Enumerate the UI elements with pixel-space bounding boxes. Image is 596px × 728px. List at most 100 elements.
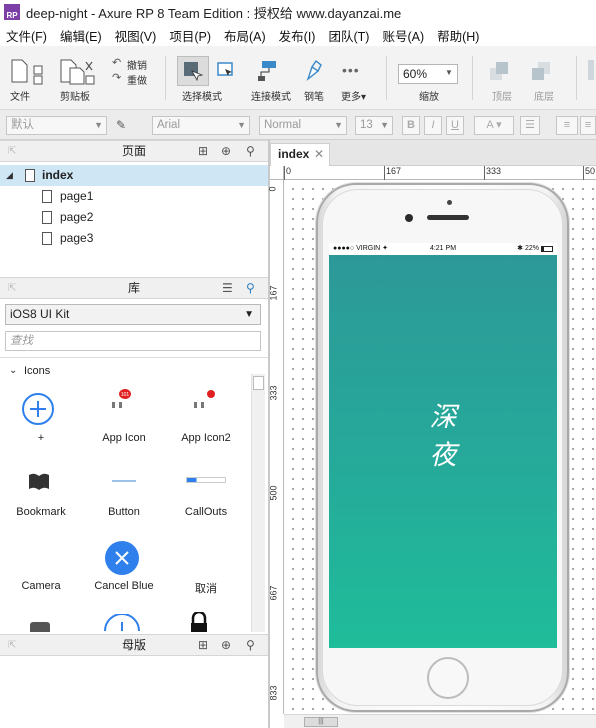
menu-account[interactable]: 账号(A) bbox=[382, 26, 424, 45]
font-color-button[interactable]: A ▾ bbox=[474, 116, 514, 135]
toolbar-separator bbox=[165, 56, 166, 100]
tab-index[interactable]: index ✕ bbox=[270, 143, 330, 166]
library-scrollbar[interactable] bbox=[251, 374, 265, 632]
menu-icon[interactable]: ☰ bbox=[222, 281, 233, 295]
redo-icon[interactable]: ↷ bbox=[112, 71, 121, 84]
connect-mode-icon[interactable] bbox=[256, 59, 282, 83]
tree-item-index[interactable]: ◢ index bbox=[0, 165, 268, 186]
search-icon[interactable]: ⚲ bbox=[246, 281, 255, 295]
undo-button[interactable]: 撤销 bbox=[127, 57, 147, 72]
canvas-tab-bar: index ✕ bbox=[270, 140, 596, 166]
widget-label[interactable]: Button bbox=[82, 506, 166, 518]
phone-screen[interactable]: ●●●●○ VIRGIN ✦ 4:21 PM ✱ 22% 深 夜 bbox=[329, 243, 557, 648]
canvas-horizontal-scrollbar[interactable]: ||| bbox=[284, 714, 596, 728]
scrollbar-thumb[interactable]: ||| bbox=[304, 717, 338, 727]
send-to-back-icon[interactable] bbox=[530, 60, 552, 82]
search-icon[interactable]: ⚲ bbox=[246, 144, 255, 158]
widget-label[interactable]: Bookmark bbox=[0, 506, 83, 518]
button-preview-icon[interactable] bbox=[112, 480, 136, 482]
page-label: page1 bbox=[60, 189, 94, 203]
menu-team[interactable]: 团队(T) bbox=[328, 26, 369, 45]
menu-help[interactable]: 帮助(H) bbox=[437, 26, 479, 45]
add-circle-icon[interactable] bbox=[21, 392, 55, 426]
file-new-icon[interactable] bbox=[10, 58, 44, 86]
undo-icon[interactable]: ↶ bbox=[112, 56, 121, 69]
masters-panel-header: ⇱ 母版 ⊞ ⊕ ⚲ bbox=[0, 634, 268, 656]
clipboard-label[interactable]: 剪贴板 bbox=[60, 88, 90, 103]
add-folder-icon[interactable]: ⊕ bbox=[221, 144, 231, 158]
select-mode-label[interactable]: 选择模式 bbox=[182, 88, 222, 103]
bullet-list-button[interactable]: ☰ bbox=[520, 116, 540, 135]
more-button[interactable]: 更多▾ bbox=[341, 88, 366, 103]
redo-button[interactable]: 重做 bbox=[127, 72, 147, 87]
tree-item-page1[interactable]: page1 bbox=[0, 186, 268, 207]
callouts-preview-icon[interactable] bbox=[186, 477, 226, 483]
format-painter-icon[interactable]: ✎ bbox=[116, 118, 126, 132]
widget-label[interactable]: CallOuts bbox=[164, 506, 248, 518]
widget-label[interactable]: Cancel Blue bbox=[82, 580, 166, 592]
bring-to-front-label[interactable]: 顶层 bbox=[492, 88, 512, 103]
widget-label[interactable]: + bbox=[0, 432, 83, 444]
align-center-icon: ≡ bbox=[584, 119, 592, 131]
bring-to-front-icon[interactable] bbox=[488, 60, 510, 82]
add-folder-icon[interactable]: ⊕ bbox=[221, 638, 231, 652]
battery-label: ✱ 22% bbox=[517, 245, 539, 252]
scrollbar-thumb[interactable] bbox=[253, 376, 264, 390]
library-search-input[interactable]: 查找 bbox=[5, 331, 261, 351]
tree-item-page2[interactable]: page2 bbox=[0, 207, 268, 228]
menu-arrange[interactable]: 布局(A) bbox=[224, 26, 266, 45]
menu-project[interactable]: 项目(P) bbox=[169, 26, 211, 45]
menu-file[interactable]: 文件(F) bbox=[6, 26, 47, 45]
bold-button[interactable]: B bbox=[402, 116, 420, 135]
overflow-icon[interactable] bbox=[588, 60, 594, 80]
menu-publish[interactable]: 发布(I) bbox=[279, 26, 316, 45]
info-icon[interactable] bbox=[104, 614, 140, 632]
style-select[interactable]: 默认 ▼ bbox=[6, 116, 107, 135]
close-icon[interactable]: ✕ bbox=[314, 144, 324, 165]
file-button-label[interactable]: 文件 bbox=[10, 88, 30, 103]
connect-mode-label[interactable]: 连接模式 bbox=[251, 88, 291, 103]
app-icon-icon[interactable]: 101 bbox=[108, 388, 138, 414]
font-weight-value: Normal bbox=[264, 119, 302, 131]
add-page-icon[interactable]: ⊞ bbox=[198, 144, 208, 158]
font-size-select[interactable]: 13 ▼ bbox=[355, 116, 393, 135]
screen-title-line1: 深 bbox=[429, 402, 457, 433]
camera-icon[interactable] bbox=[30, 622, 50, 632]
widget-label[interactable]: Camera bbox=[0, 580, 83, 592]
collapse-arrow-icon[interactable]: ◢ bbox=[6, 165, 13, 186]
select-mode-button[interactable] bbox=[177, 56, 209, 86]
battery-icon bbox=[541, 246, 553, 252]
menu-view[interactable]: 视图(V) bbox=[115, 26, 157, 45]
vertical-ruler: 0 167 333 500 667 833 bbox=[268, 180, 284, 714]
align-left-button[interactable]: ≡ bbox=[556, 116, 578, 135]
align-center-button[interactable]: ≡ bbox=[580, 116, 596, 135]
paste-icon[interactable] bbox=[58, 58, 98, 86]
app-icon2-icon[interactable] bbox=[190, 388, 220, 414]
search-icon[interactable]: ⚲ bbox=[246, 638, 255, 652]
widget-label[interactable]: 取消 bbox=[164, 580, 248, 596]
cancel-blue-icon[interactable] bbox=[104, 540, 140, 576]
pen-label[interactable]: 钢笔 bbox=[304, 88, 324, 103]
lock-icon[interactable] bbox=[188, 612, 210, 632]
front-camera-icon bbox=[405, 214, 413, 222]
italic-button[interactable]: I bbox=[424, 116, 442, 135]
pen-icon[interactable] bbox=[302, 59, 324, 83]
bookmark-icon[interactable] bbox=[28, 472, 50, 492]
home-button[interactable] bbox=[427, 657, 469, 699]
tree-item-page3[interactable]: page3 bbox=[0, 228, 268, 249]
library-select[interactable]: iOS8 UI Kit ▼ bbox=[5, 304, 261, 325]
chevron-down-icon[interactable]: ⌄ bbox=[9, 365, 17, 376]
title-bar: RP deep-night - Axure RP 8 Team Edition … bbox=[0, 0, 596, 24]
library-group-label[interactable]: Icons bbox=[24, 365, 50, 377]
more-dots-icon[interactable]: ••• bbox=[342, 62, 360, 78]
widget-label[interactable]: App Icon2 bbox=[164, 432, 248, 444]
underline-button[interactable]: U bbox=[446, 116, 464, 135]
send-to-back-label[interactable]: 底层 bbox=[534, 88, 554, 103]
add-master-icon[interactable]: ⊞ bbox=[198, 638, 208, 652]
connect-select-icon[interactable] bbox=[216, 60, 236, 82]
font-select[interactable]: Arial ▼ bbox=[152, 116, 250, 135]
menu-edit[interactable]: 编辑(E) bbox=[60, 26, 102, 45]
font-weight-select[interactable]: Normal ▼ bbox=[259, 116, 347, 135]
zoom-select[interactable]: 60% ▼ bbox=[398, 64, 458, 84]
widget-label[interactable]: App Icon bbox=[82, 432, 166, 444]
